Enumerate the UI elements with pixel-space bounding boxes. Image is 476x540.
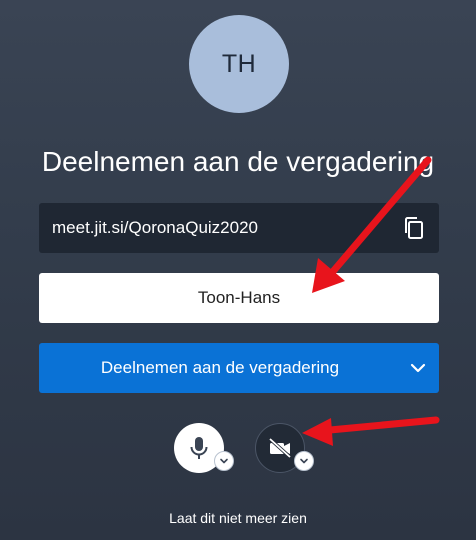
camera-options-button[interactable] [294, 451, 314, 471]
avatar-initials: TH [221, 49, 257, 78]
dont-show-again-link[interactable]: Laat dit niet meer zien [0, 510, 476, 526]
camera-off-icon [268, 437, 292, 459]
chevron-down-icon[interactable] [409, 359, 427, 377]
join-meeting-label: Deelnemen aan de vergadering [100, 358, 340, 377]
meeting-url: meet.jit.si/QoronaQuiz2020 [52, 218, 258, 237]
avatar: TH [189, 15, 289, 113]
chevron-down-icon [220, 458, 228, 464]
copy-icon[interactable] [401, 215, 427, 241]
join-meeting-button[interactable]: Deelnemen aan de vergadering [39, 343, 439, 393]
chevron-down-icon [300, 458, 308, 464]
red-arrow-to-camera-button [302, 416, 440, 446]
display-name-input[interactable] [39, 273, 439, 323]
meeting-url-box: meet.jit.si/QoronaQuiz2020 [39, 203, 439, 253]
microphone-icon [190, 437, 208, 459]
page-title: Deelnemen aan de vergadering [41, 146, 435, 177]
microphone-options-button[interactable] [214, 451, 234, 471]
